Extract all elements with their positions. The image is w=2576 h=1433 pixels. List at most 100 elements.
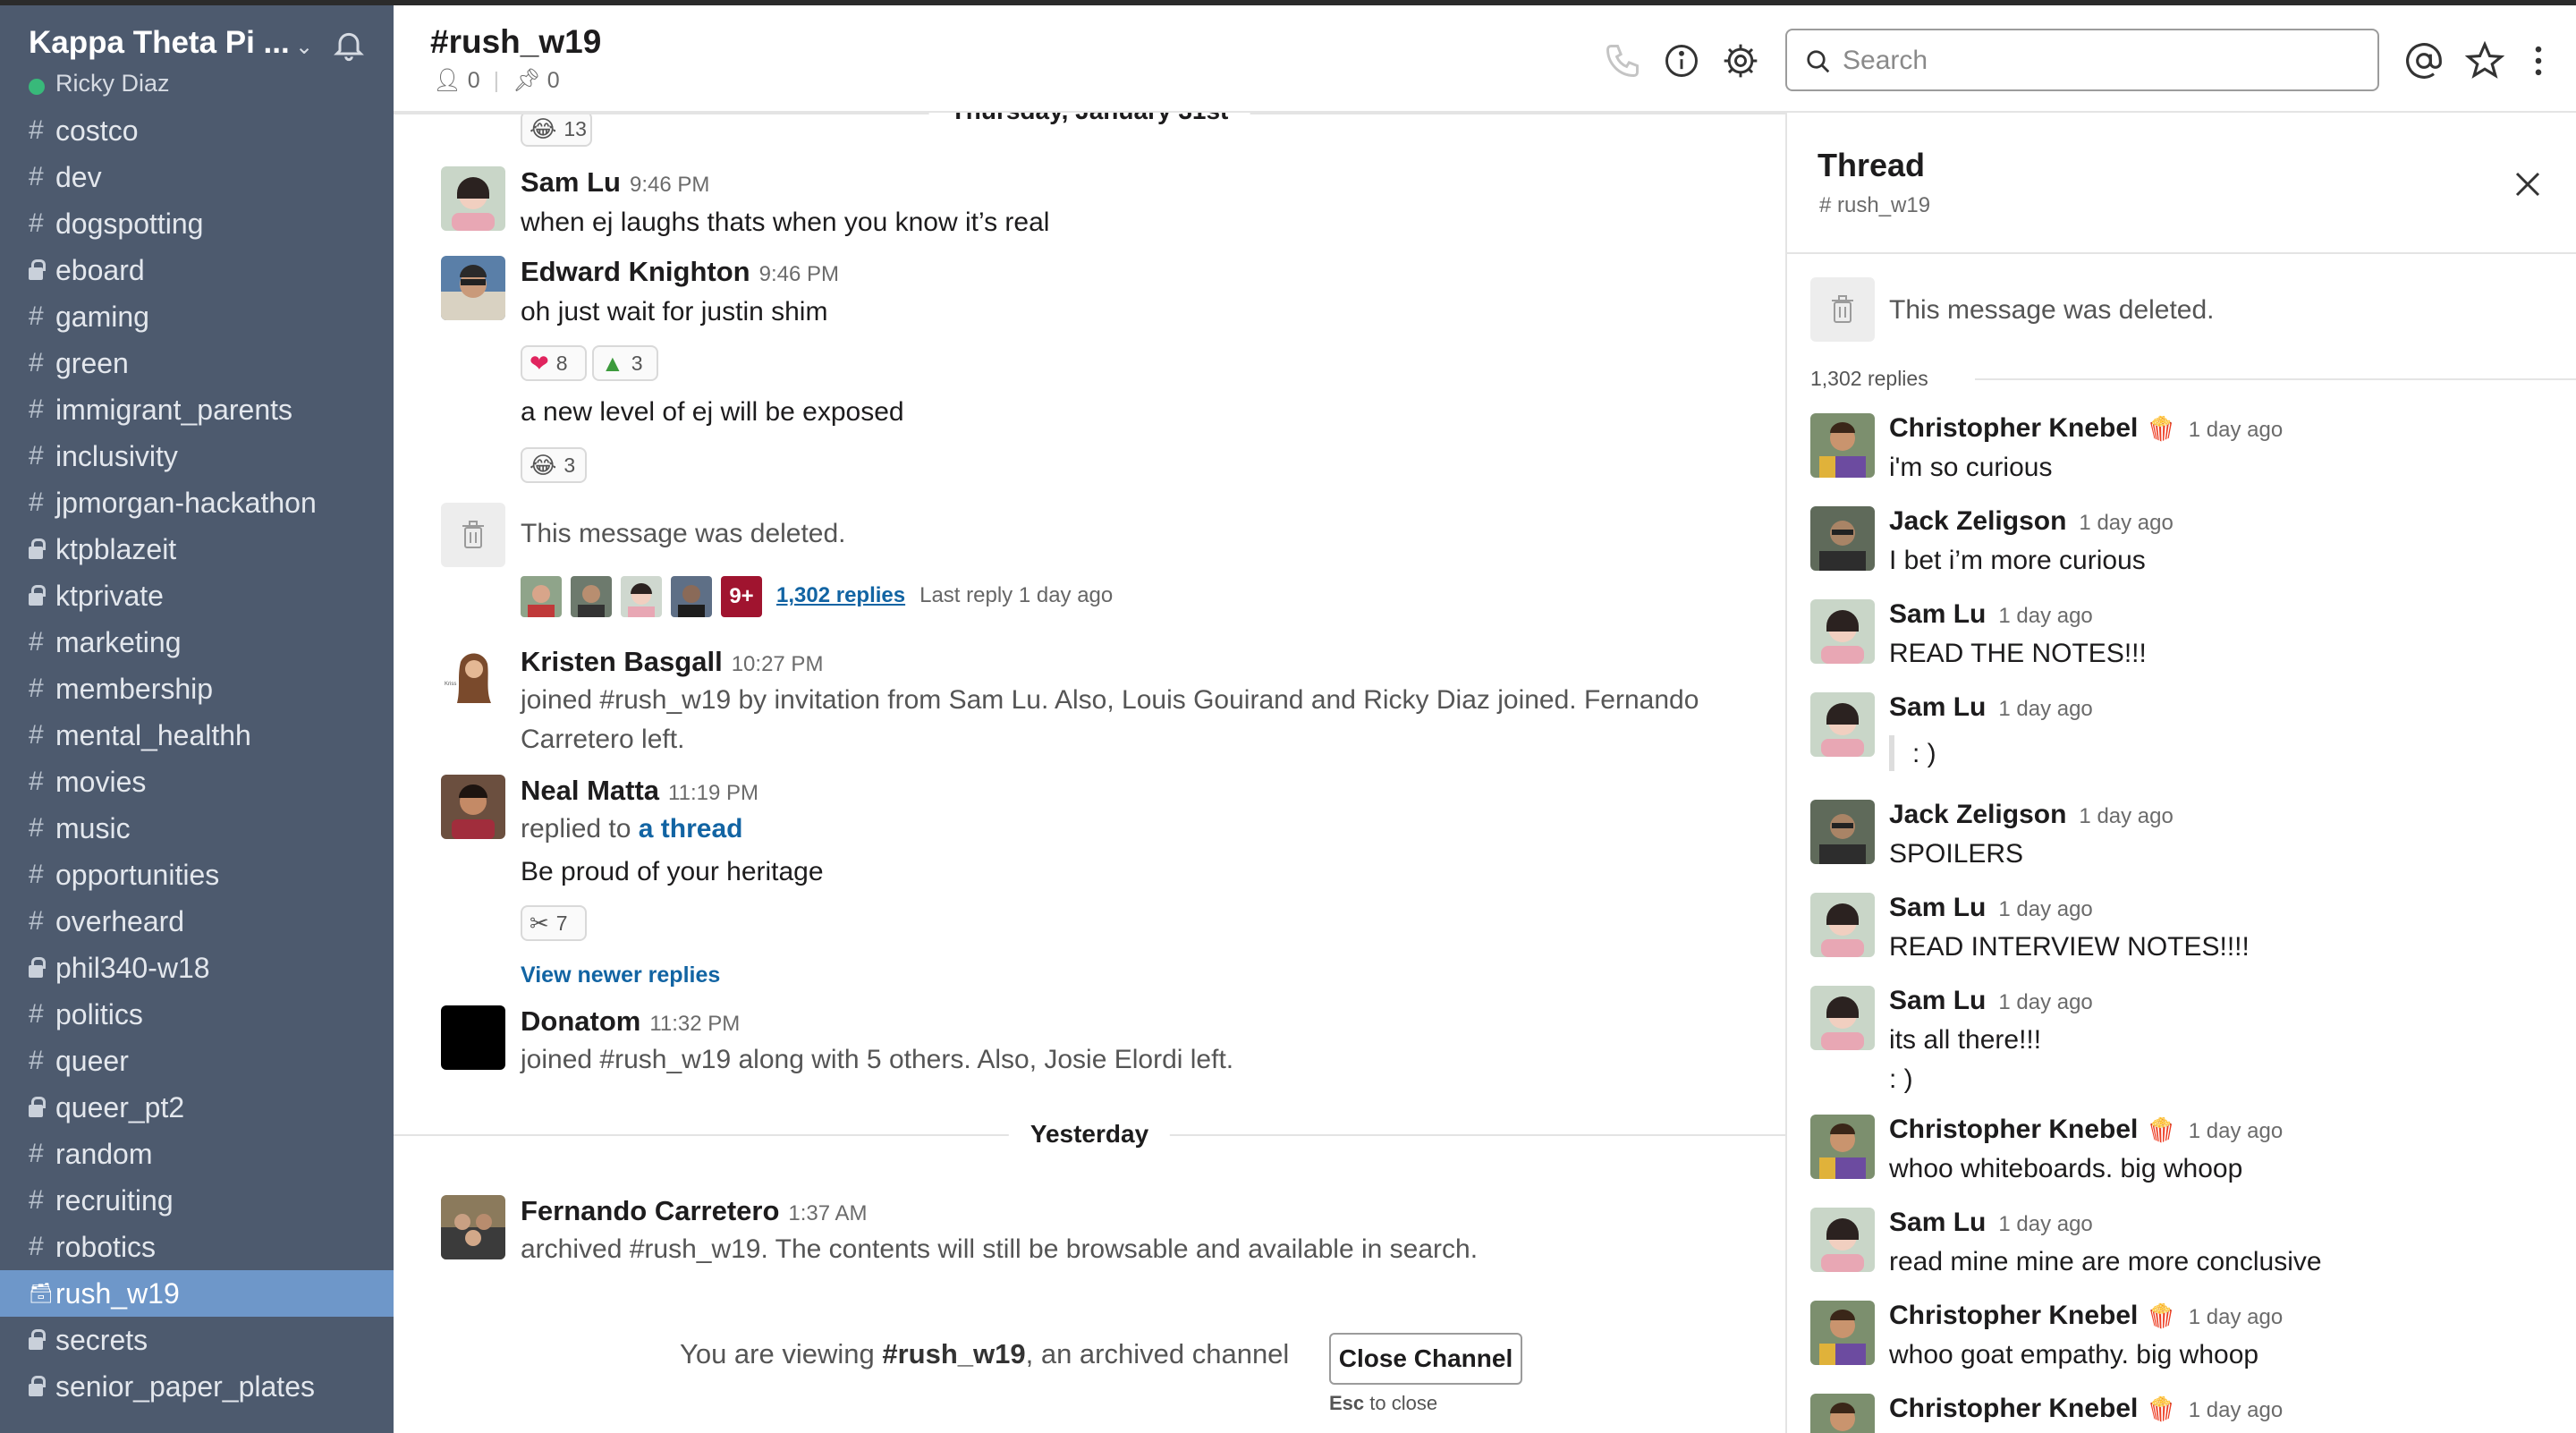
- avatar[interactable]: [621, 576, 662, 617]
- sidebar-item-immigrant-parents[interactable]: # immigrant_parents: [0, 386, 394, 433]
- phone-icon[interactable]: [1603, 41, 1642, 81]
- reaction-custom[interactable]: ▲ 3: [592, 345, 658, 381]
- reaction-laugh[interactable]: 😂 3: [521, 447, 587, 483]
- sidebar-item-dogspotting[interactable]: # dogspotting: [0, 200, 394, 247]
- pin-count[interactable]: 0: [547, 68, 560, 93]
- message-author[interactable]: Jack Zeligson 1 day ago: [1889, 800, 2174, 830]
- message-author[interactable]: Christopher Knebel 🍿 1 day ago: [1889, 1301, 2283, 1331]
- avatar[interactable]: [1810, 413, 1875, 478]
- sidebar-item-eboard[interactable]: eboard: [0, 247, 394, 293]
- message-author[interactable]: Sam Lu 9:46 PM: [521, 166, 709, 199]
- sidebar-item-politics[interactable]: # politics: [0, 991, 394, 1038]
- author-name[interactable]: Christopher Knebel: [1889, 1394, 2138, 1423]
- message-time[interactable]: 9:46 PM: [630, 173, 709, 197]
- message-time[interactable]: 1 day ago: [2079, 804, 2173, 828]
- sidebar-item-movies[interactable]: # movies: [0, 759, 394, 805]
- info-icon[interactable]: [1662, 41, 1701, 81]
- message-author[interactable]: Sam Lu 1 day ago: [1889, 893, 2093, 923]
- avatar[interactable]: [1810, 986, 1875, 1050]
- avatar[interactable]: [1810, 800, 1875, 864]
- message-time[interactable]: 1:37 AM: [788, 1201, 867, 1225]
- sidebar-item-queer-pt2[interactable]: queer_pt2: [0, 1084, 394, 1131]
- sidebar-item-overheard[interactable]: # overheard: [0, 898, 394, 945]
- message-author[interactable]: Sam Lu 1 day ago: [1889, 1208, 2093, 1238]
- workspace-header[interactable]: Kappa Theta Pi ... ⌄ Ricky Diaz: [0, 5, 394, 106]
- avatar[interactable]: [1810, 1208, 1875, 1272]
- author-name[interactable]: Donatom: [521, 1005, 640, 1037]
- message-time[interactable]: 1 day ago: [1998, 604, 2092, 628]
- author-name[interactable]: Sam Lu: [521, 166, 621, 198]
- sidebar-item-senior-paper-plates[interactable]: senior_paper_plates: [0, 1363, 394, 1410]
- message-time[interactable]: 1 day ago: [2079, 511, 2173, 535]
- message-time[interactable]: 1 day ago: [1998, 990, 2092, 1014]
- avatar[interactable]: Kriss: [441, 646, 505, 710]
- reply-avatars[interactable]: 9+: [521, 576, 789, 617]
- message-author[interactable]: Christopher Knebel 🍿 1 day ago: [1889, 1115, 2283, 1145]
- avatar[interactable]: [571, 576, 612, 617]
- more-vertical-icon[interactable]: [2519, 41, 2558, 81]
- avatar[interactable]: [671, 576, 712, 617]
- bell-icon[interactable]: [331, 27, 367, 63]
- close-channel-button[interactable]: Close Channel: [1329, 1333, 1522, 1385]
- avatar[interactable]: [1810, 1115, 1875, 1179]
- message-author[interactable]: Fernando Carretero 1:37 AM: [521, 1195, 867, 1227]
- star-icon[interactable]: [2465, 41, 2504, 81]
- author-name[interactable]: Sam Lu: [1889, 986, 1986, 1015]
- avatar[interactable]: [441, 775, 505, 839]
- message-time[interactable]: 10:27 PM: [732, 652, 824, 676]
- message-author[interactable]: Donatom 11:32 PM: [521, 1005, 740, 1038]
- sidebar-item-robotics[interactable]: # robotics: [0, 1224, 394, 1270]
- sidebar-item-marketing[interactable]: # marketing: [0, 619, 394, 666]
- author-name[interactable]: Neal Matta: [521, 775, 659, 806]
- sidebar-item-rush-w19[interactable]: 🗃︎ rush_w19: [0, 1270, 394, 1317]
- avatar[interactable]: [1810, 1301, 1875, 1365]
- sidebar-item-mental-healthh[interactable]: # mental_healthh: [0, 712, 394, 759]
- reaction-scissors[interactable]: ✂ 7: [521, 905, 587, 941]
- more-repliers-badge[interactable]: 9+: [721, 576, 762, 617]
- message-author[interactable]: Sam Lu 1 day ago: [1889, 986, 2093, 1016]
- member-count[interactable]: 0: [468, 68, 480, 93]
- pin-icon[interactable]: 📌︎: [513, 68, 541, 93]
- reply-summary[interactable]: 1,302 replies Last reply 1 day ago: [776, 583, 1113, 608]
- close-icon[interactable]: [2512, 168, 2544, 200]
- sidebar-item-phil340-w18[interactable]: phil340-w18: [0, 945, 394, 991]
- sidebar-item-gaming[interactable]: # gaming: [0, 293, 394, 340]
- current-user-name[interactable]: Ricky Diaz: [55, 70, 170, 98]
- author-name[interactable]: Jack Zeligson: [1889, 506, 2066, 536]
- sidebar-item-ktprivate[interactable]: ktprivate: [0, 572, 394, 619]
- message-author[interactable]: Christopher Knebel 🍿 1 day ago: [1889, 413, 2283, 444]
- message-time[interactable]: 1 day ago: [1998, 897, 2092, 921]
- sidebar-item-inclusivity[interactable]: # inclusivity: [0, 433, 394, 479]
- author-name[interactable]: Sam Lu: [1889, 599, 1986, 629]
- sidebar-item-queer[interactable]: # queer: [0, 1038, 394, 1084]
- message-author[interactable]: Sam Lu 1 day ago: [1889, 599, 2093, 630]
- avatar[interactable]: [1810, 506, 1875, 571]
- author-name[interactable]: Kristen Basgall: [521, 646, 723, 677]
- author-name[interactable]: Sam Lu: [1889, 1208, 1986, 1237]
- author-name[interactable]: Fernando Carretero: [521, 1195, 779, 1226]
- message-time[interactable]: 1 day ago: [2189, 1398, 2283, 1422]
- author-name[interactable]: Jack Zeligson: [1889, 800, 2066, 829]
- view-newer-replies-link[interactable]: View newer replies: [521, 962, 720, 988]
- sidebar-item-membership[interactable]: # membership: [0, 666, 394, 712]
- replies-link[interactable]: 1,302 replies: [776, 583, 905, 607]
- gear-icon[interactable]: [1721, 41, 1760, 81]
- sidebar-item-opportunities[interactable]: # opportunities: [0, 852, 394, 898]
- reaction-heart[interactable]: ❤ 8: [521, 345, 587, 381]
- thread-channel-link[interactable]: # rush_w19: [1819, 193, 1930, 218]
- message-author[interactable]: Kristen Basgall 10:27 PM: [521, 646, 823, 678]
- sidebar-item-dev[interactable]: # dev: [0, 154, 394, 200]
- message-author[interactable]: Edward Knighton 9:46 PM: [521, 256, 839, 288]
- avatar[interactable]: [1810, 1394, 1875, 1433]
- avatar[interactable]: [441, 256, 505, 320]
- message-time[interactable]: 1 day ago: [2189, 1119, 2283, 1143]
- message-time[interactable]: 1 day ago: [2189, 1305, 2283, 1329]
- member-icon[interactable]: 👤︎: [433, 68, 462, 93]
- sidebar-item-green[interactable]: # green: [0, 340, 394, 386]
- reaction-laugh[interactable]: 😂 13: [521, 113, 592, 147]
- avatar[interactable]: [1810, 692, 1875, 757]
- author-name[interactable]: Christopher Knebel: [1889, 413, 2138, 443]
- author-name[interactable]: Christopher Knebel: [1889, 1301, 2138, 1330]
- sidebar-item-secrets[interactable]: secrets: [0, 1317, 394, 1363]
- thread-link[interactable]: a thread: [639, 814, 743, 844]
